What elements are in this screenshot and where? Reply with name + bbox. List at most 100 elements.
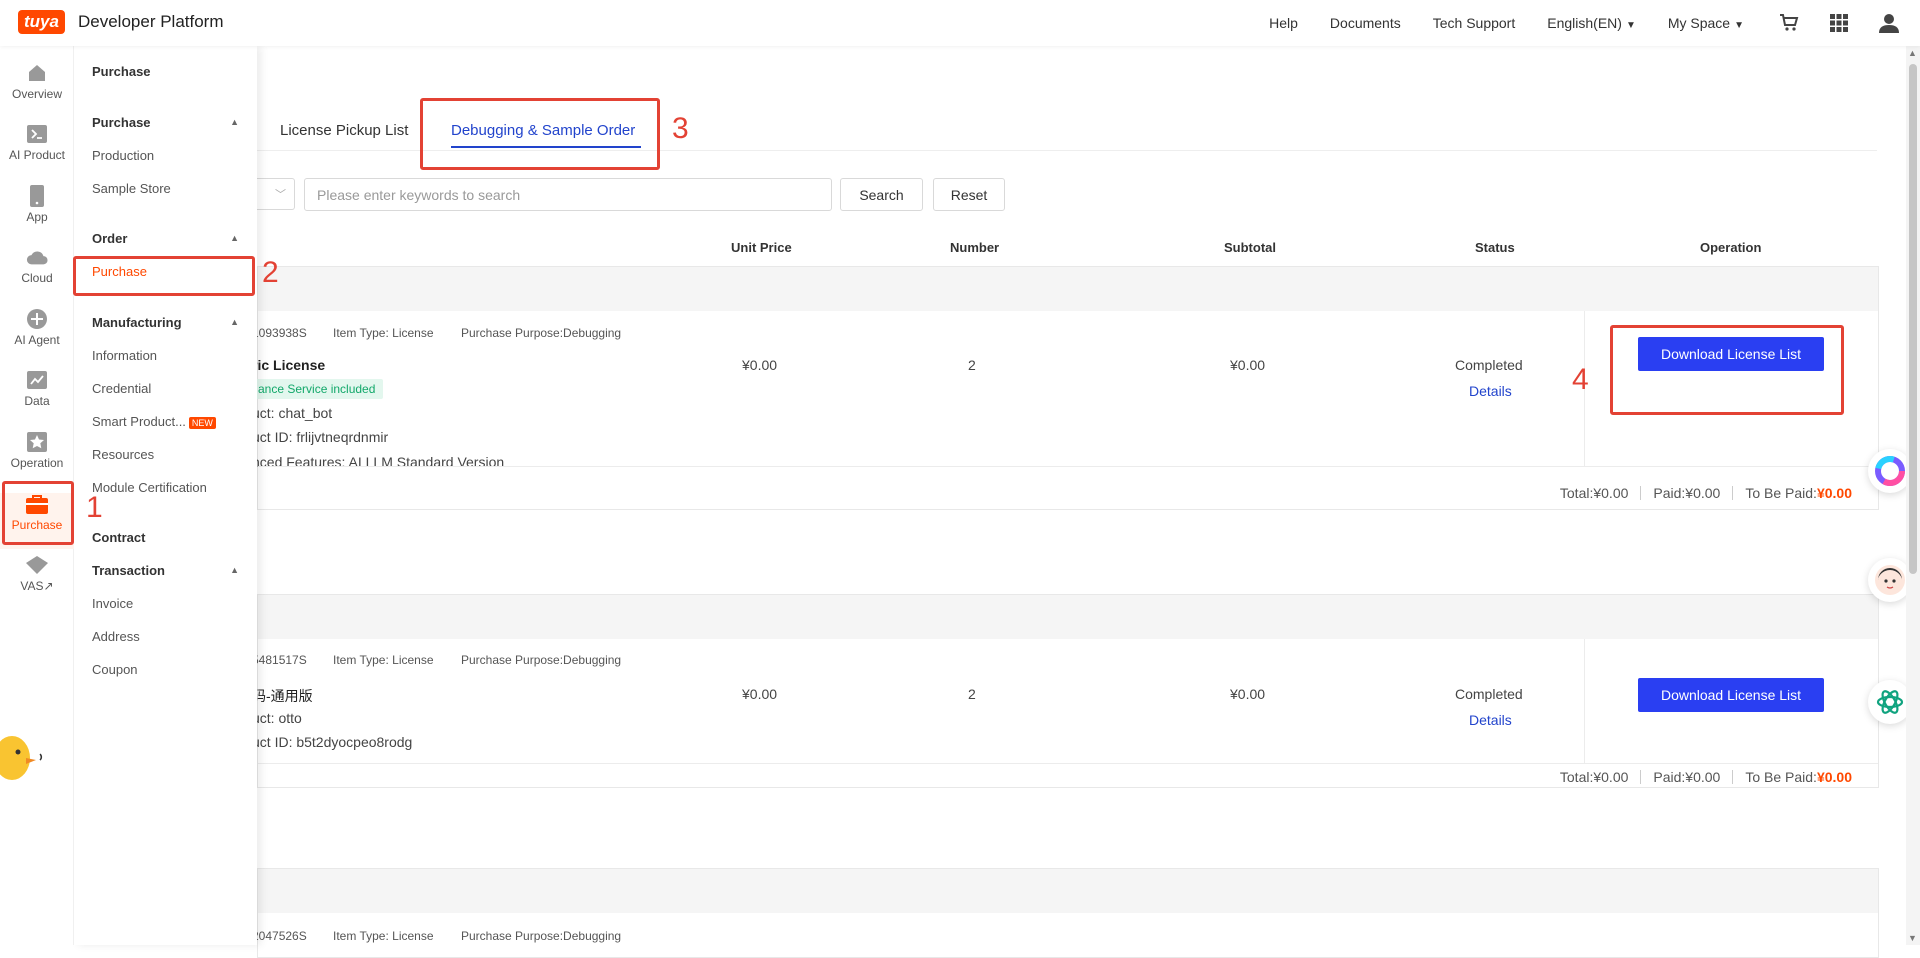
scroll-up-icon[interactable]: ▲ (1908, 48, 1917, 58)
submenu-item-resources[interactable]: Resources (92, 447, 154, 462)
product-name: ric License (252, 357, 326, 373)
order-footer-divider (258, 466, 1878, 467)
bag-icon (26, 493, 48, 515)
submenu-item-smart-product[interactable]: Smart Product... NEW (92, 414, 216, 429)
rail-label: Purchase (11, 518, 63, 532)
help-link[interactable]: Help (1269, 15, 1298, 31)
reset-button[interactable]: Reset (933, 178, 1005, 211)
submenu-item-production[interactable]: Production (92, 148, 154, 163)
brand-title[interactable]: Developer Platform (78, 12, 224, 32)
column-unit-price: Unit Price (731, 240, 792, 255)
submenu-item-sample-store[interactable]: Sample Store (92, 181, 171, 196)
annotation-number-2: 2 (262, 256, 279, 289)
order-totals: Total:¥0.00 Paid:¥0.00 To Be Paid: ¥0.00 (1560, 769, 1852, 785)
top-nav: Help Documents Tech Support English(EN) ▼… (1269, 0, 1920, 46)
submenu-item-information[interactable]: Information (92, 348, 157, 363)
product-detail-line: uct: chat_bot (252, 405, 333, 421)
submenu-item-contract[interactable]: Contract (92, 530, 145, 545)
order-footer-divider (258, 763, 1878, 764)
duck-mascot-icon[interactable] (0, 726, 43, 782)
purchase-purpose: Purchase Purpose:Debugging (461, 929, 622, 943)
annotation-number-3: 3 (672, 112, 689, 145)
scroll-down-icon[interactable]: ▼ (1908, 933, 1917, 943)
submenu-group-transaction[interactable]: Transaction (92, 563, 165, 578)
rail-item-ai-agent[interactable]: AI Agent (0, 308, 74, 364)
cart-icon[interactable] (1776, 10, 1802, 36)
collapse-triangle-icon[interactable]: ▲ (230, 233, 239, 243)
total-amount: Total:¥0.00 (1559, 769, 1629, 785)
submenu-group-manufacturing[interactable]: Manufacturing (92, 315, 182, 330)
status-value: Completed (1455, 357, 1523, 373)
item-type: Item Type: License (333, 929, 434, 943)
top-header: tuya Developer Platform Help Documents T… (0, 0, 1920, 46)
apps-grid-icon[interactable] (1826, 10, 1852, 36)
page-scrollbar[interactable]: ▲ ▼ (1906, 46, 1920, 945)
rail-item-app[interactable]: App (0, 185, 74, 241)
terminal-icon (26, 123, 48, 145)
total-amount: Total:¥0.00 (1559, 485, 1629, 501)
rail-label: Cloud (21, 271, 53, 285)
tab-license-pickup-list[interactable]: License Pickup List (280, 122, 408, 139)
download-license-list-button[interactable]: Download License List (1638, 337, 1824, 371)
product-detail-line: uct ID: frlijvtneqrdnmir (252, 429, 389, 445)
to-be-paid-amount: ¥0.00 (1816, 485, 1852, 501)
collapse-triangle-icon[interactable]: ▲ (230, 317, 239, 327)
order-card: 1093938S Item Type: License Purchase Pur… (252, 266, 1879, 510)
submenu-item-address[interactable]: Address (92, 629, 140, 644)
details-link[interactable]: Details (1469, 383, 1512, 399)
submenu-item-credential[interactable]: Credential (92, 381, 151, 396)
collapse-triangle-icon[interactable]: ▲ (230, 565, 239, 575)
tech-support-link[interactable]: Tech Support (1433, 15, 1516, 31)
rail-item-cloud[interactable]: Cloud (0, 246, 74, 302)
order-card-header (258, 869, 1878, 913)
rail-item-overview[interactable]: Overview (0, 62, 74, 118)
submenu-item-coupon[interactable]: Coupon (92, 662, 138, 677)
submenu-item-module-certification[interactable]: Module Certification (92, 480, 207, 495)
rail-item-ai-product[interactable]: AI Product (0, 123, 74, 179)
rail-label: App (26, 210, 48, 224)
rail-label: VAS↗ (20, 579, 54, 593)
search-button[interactable]: Search (840, 178, 923, 211)
status-value: Completed (1455, 686, 1523, 702)
annotation-number-1: 1 (86, 491, 103, 524)
to-be-paid-label: To Be Paid: (1745, 769, 1817, 785)
user-account-icon[interactable] (1876, 10, 1902, 36)
download-license-list-button[interactable]: Download License List (1638, 678, 1824, 712)
submenu-item-order-purchase[interactable]: Purchase (92, 264, 147, 279)
chart-icon (26, 369, 48, 391)
rail-item-vas[interactable]: VAS↗ (0, 554, 74, 610)
details-link[interactable]: Details (1469, 712, 1512, 728)
to-be-paid-label: To Be Paid: (1745, 485, 1817, 501)
search-input[interactable] (304, 178, 832, 211)
cloud-icon (26, 246, 48, 268)
rail-item-data[interactable]: Data (0, 369, 74, 425)
order-card: 5481517S Item Type: License Purchase Pur… (252, 594, 1879, 788)
documents-link[interactable]: Documents (1330, 15, 1401, 31)
product-detail-line: uct ID: b5t2dyocpeo8rodg (252, 734, 413, 750)
submenu-group-order[interactable]: Order (92, 231, 127, 246)
subtotal-value: ¥0.00 (1230, 686, 1266, 702)
tab-debugging-sample-order[interactable]: Debugging & Sample Order (451, 122, 635, 139)
language-label: English(EN) (1547, 15, 1622, 31)
number-value: 2 (968, 357, 976, 373)
to-be-paid-amount: ¥0.00 (1816, 769, 1852, 785)
scrollbar-thumb[interactable] (1909, 64, 1917, 574)
tuya-logo[interactable]: tuya (18, 10, 65, 34)
paid-amount: Paid:¥0.00 (1653, 769, 1721, 785)
new-badge: NEW (188, 416, 216, 429)
paid-amount: Paid:¥0.00 (1653, 485, 1721, 501)
my-space-dropdown[interactable]: My Space ▼ (1668, 15, 1744, 31)
my-space-label: My Space (1667, 15, 1731, 31)
product-name: 码-通用版 (252, 688, 313, 704)
collapse-triangle-icon[interactable]: ▲ (230, 117, 239, 127)
submenu-item-invoice[interactable]: Invoice (92, 596, 133, 611)
unit-price-value: ¥0.00 (742, 686, 778, 702)
language-dropdown[interactable]: English(EN) ▼ (1547, 15, 1636, 31)
rail-item-operation[interactable]: Operation (0, 431, 74, 487)
rail-item-purchase[interactable]: Purchase (0, 493, 74, 549)
active-tab-indicator (451, 146, 641, 148)
service-included-badge: ance Service included (254, 379, 384, 399)
tabs-divider (257, 150, 1877, 151)
submenu-group-purchase[interactable]: Purchase (92, 115, 151, 130)
order-number: 2047526S (252, 929, 307, 943)
